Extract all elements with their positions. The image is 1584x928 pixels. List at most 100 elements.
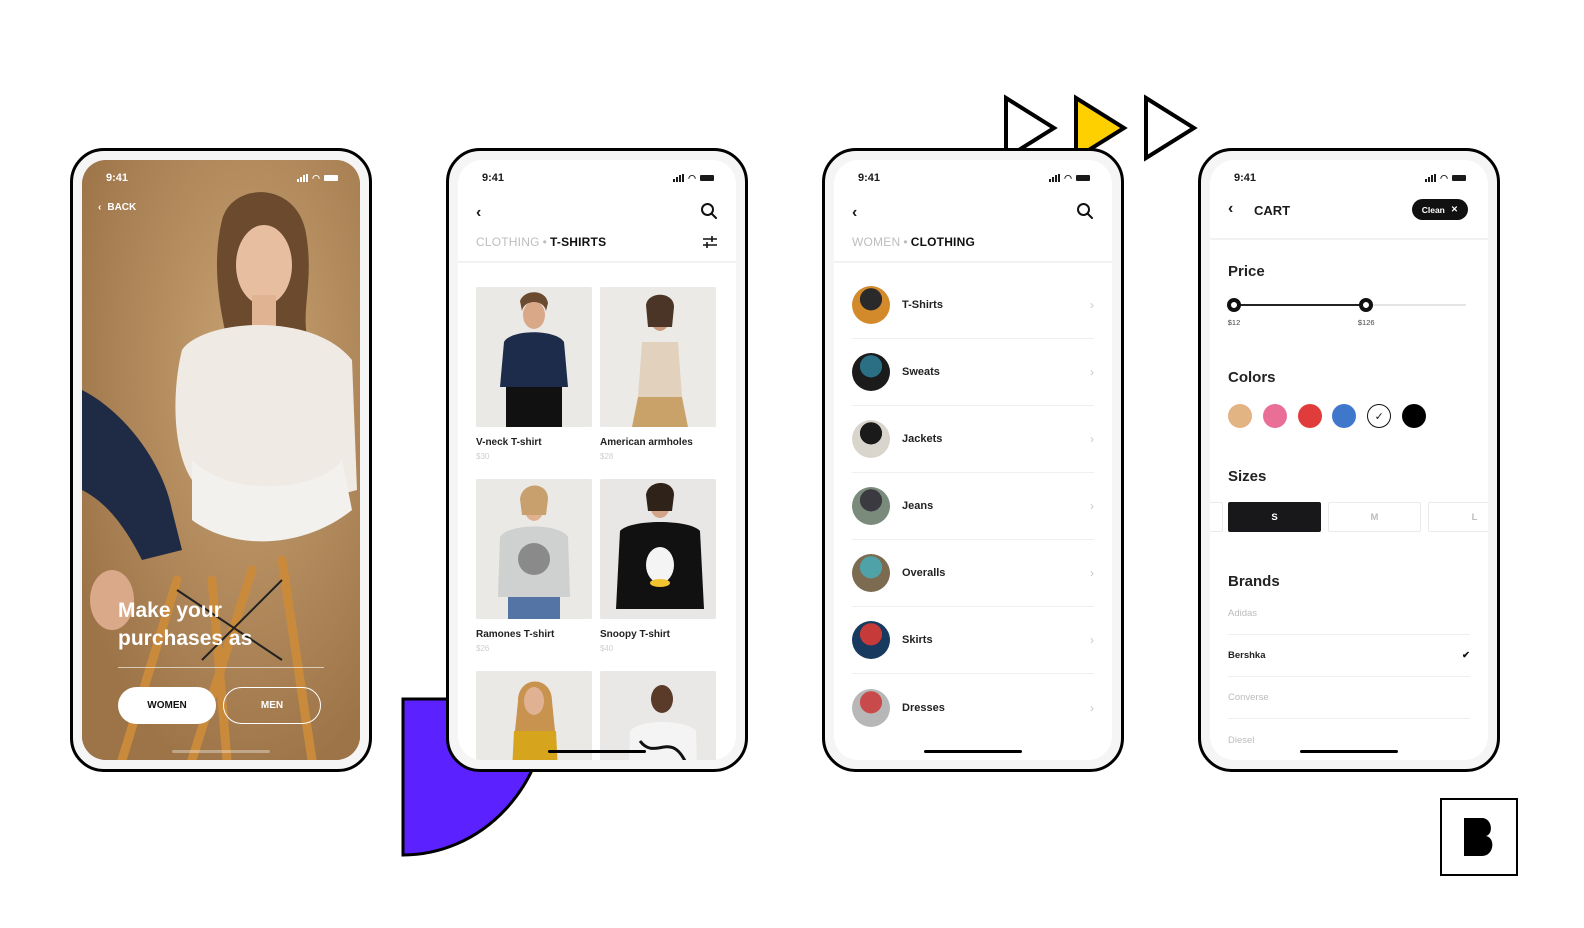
size-option[interactable]: L bbox=[1428, 502, 1488, 532]
battery-icon bbox=[700, 175, 714, 181]
product-card[interactable]: Snoopy T-shirt $40 bbox=[600, 479, 716, 653]
price-slider-fill bbox=[1234, 304, 1367, 306]
chevron-right-icon: › bbox=[1090, 566, 1094, 580]
chevron-right-icon: › bbox=[1090, 365, 1094, 379]
size-option[interactable]: M bbox=[1328, 502, 1421, 532]
price-max-label: $126 bbox=[1357, 318, 1375, 327]
back-label: BACK bbox=[107, 202, 137, 213]
breadcrumb-parent[interactable]: WOMEN bbox=[852, 235, 900, 249]
back-button[interactable]: ‹ BACK bbox=[98, 202, 136, 213]
size-option-partial[interactable] bbox=[1210, 502, 1223, 532]
product-price: $30 bbox=[476, 452, 490, 461]
category-item[interactable]: T-Shirts › bbox=[852, 272, 1094, 339]
chevron-right-icon: › bbox=[1090, 633, 1094, 647]
price-max-thumb[interactable] bbox=[1359, 298, 1374, 312]
category-item[interactable]: Dresses › bbox=[852, 674, 1094, 741]
search-icon[interactable] bbox=[1076, 202, 1094, 220]
product-image bbox=[600, 287, 716, 427]
brand-label: Converse bbox=[1228, 692, 1269, 703]
color-swatch-tan[interactable] bbox=[1228, 404, 1252, 428]
status-time: 9:41 bbox=[858, 172, 881, 184]
men-button[interactable]: MEN bbox=[223, 687, 321, 724]
product-card[interactable] bbox=[476, 671, 592, 760]
product-price: $40 bbox=[600, 644, 614, 653]
category-thumbnail bbox=[852, 420, 890, 458]
battery-icon bbox=[324, 175, 338, 181]
breadcrumb: CLOTHING • T-SHIRTS bbox=[476, 235, 606, 249]
color-swatch-pink[interactable] bbox=[1262, 404, 1287, 428]
category-item[interactable]: Jackets › bbox=[852, 406, 1094, 473]
category-thumbnail bbox=[852, 688, 890, 727]
home-indicator[interactable] bbox=[548, 750, 646, 753]
status-time: 9:41 bbox=[1234, 172, 1257, 184]
chevron-left-icon: ‹ bbox=[98, 202, 102, 213]
colors-section-title: Colors bbox=[1228, 369, 1276, 386]
phone-clothing: 9:41 ◠ ‹ WOMEN • CLOTHING T-Shirts › Sweats ›… bbox=[822, 148, 1124, 772]
product-image bbox=[600, 479, 716, 619]
hero-headline: Make your purchases as bbox=[118, 599, 253, 650]
size-option[interactable]: S bbox=[1228, 502, 1321, 532]
check-icon: ✓ bbox=[1374, 410, 1384, 423]
close-icon: ✕ bbox=[1450, 204, 1458, 214]
clothing-screen: 9:41 ◠ ‹ WOMEN • CLOTHING T-Shirts › Sweats ›… bbox=[834, 160, 1112, 760]
price-min-thumb[interactable] bbox=[1227, 298, 1241, 312]
search-icon[interactable] bbox=[700, 202, 718, 220]
filters-screen: 9:41 ◠ ‹ CART Clean ✕ Price $12 $126 Col… bbox=[1210, 160, 1488, 760]
color-swatch-white[interactable]: ✓ bbox=[1367, 404, 1392, 428]
category-thumbnail bbox=[852, 286, 890, 324]
product-name: American armholes bbox=[600, 437, 693, 448]
color-swatch-red[interactable] bbox=[1297, 404, 1322, 428]
back-chevron-icon[interactable]: ‹ bbox=[1228, 200, 1233, 218]
category-item[interactable]: Sweats › bbox=[852, 339, 1094, 406]
status-bar: 9:41 ◠ bbox=[106, 170, 338, 186]
category-label: Sweats bbox=[902, 366, 940, 378]
clean-filters-button[interactable]: Clean ✕ bbox=[1411, 199, 1468, 220]
color-swatch-black[interactable] bbox=[1402, 404, 1426, 428]
product-card[interactable]: American armholes $28 bbox=[600, 287, 716, 461]
brand-option[interactable]: Bershka ✔ bbox=[1228, 635, 1470, 677]
category-item[interactable]: Overalls › bbox=[852, 540, 1094, 607]
women-button[interactable]: WOMEN bbox=[118, 687, 216, 724]
product-image bbox=[600, 671, 716, 760]
breadcrumb-parent[interactable]: CLOTHING bbox=[476, 235, 540, 249]
category-item[interactable]: Jeans › bbox=[852, 473, 1094, 540]
status-bar: 9:41 ◠ bbox=[1234, 170, 1466, 186]
category-thumbnail bbox=[852, 487, 890, 525]
brand-label: Bershka bbox=[1228, 650, 1266, 661]
chevron-right-icon: › bbox=[1090, 499, 1094, 513]
hero-divider bbox=[118, 667, 324, 668]
check-icon: ✔ bbox=[1462, 650, 1470, 661]
price-slider[interactable] bbox=[1227, 298, 1466, 312]
logo-b-icon bbox=[1464, 818, 1493, 856]
header-divider bbox=[834, 261, 1112, 263]
brand-option[interactable]: Adidas bbox=[1228, 593, 1470, 635]
sizes-section-title: Sizes bbox=[1228, 468, 1267, 485]
phone-welcome: 9:41 ◠ ‹ BACK Make your purchases as WOM… bbox=[70, 148, 372, 772]
product-card[interactable]: V-neck T-shirt $30 bbox=[476, 287, 592, 461]
price-section-title: Price bbox=[1228, 263, 1265, 280]
product-card[interactable] bbox=[600, 671, 716, 760]
home-indicator[interactable] bbox=[924, 750, 1022, 753]
category-label: T-Shirts bbox=[902, 299, 943, 311]
back-chevron-icon[interactable]: ‹ bbox=[476, 204, 481, 222]
category-label: Dresses bbox=[902, 701, 945, 714]
home-indicator[interactable] bbox=[172, 750, 270, 753]
home-indicator[interactable] bbox=[1300, 750, 1398, 753]
status-time: 9:41 bbox=[482, 172, 505, 184]
color-swatch-blue[interactable] bbox=[1332, 404, 1357, 428]
filter-sliders-icon[interactable] bbox=[702, 234, 718, 250]
back-chevron-icon[interactable]: ‹ bbox=[852, 204, 857, 222]
battery-icon bbox=[1076, 175, 1090, 181]
product-card[interactable]: Ramones T-shirt $26 bbox=[476, 479, 592, 653]
category-item[interactable]: Skirts › bbox=[852, 607, 1094, 674]
chevron-right-icon: › bbox=[1090, 700, 1094, 715]
brand-option[interactable]: Converse bbox=[1228, 677, 1470, 719]
clean-label: Clean bbox=[1421, 204, 1445, 215]
price-min-label: $12 bbox=[1227, 318, 1241, 327]
header-divider bbox=[1210, 238, 1488, 240]
breadcrumb: WOMEN • CLOTHING bbox=[852, 235, 975, 249]
chevron-right-icon: › bbox=[1090, 298, 1094, 312]
brand-option[interactable]: Diesel bbox=[1228, 719, 1470, 760]
product-image bbox=[476, 479, 592, 619]
product-name: V-neck T-shirt bbox=[476, 437, 542, 448]
